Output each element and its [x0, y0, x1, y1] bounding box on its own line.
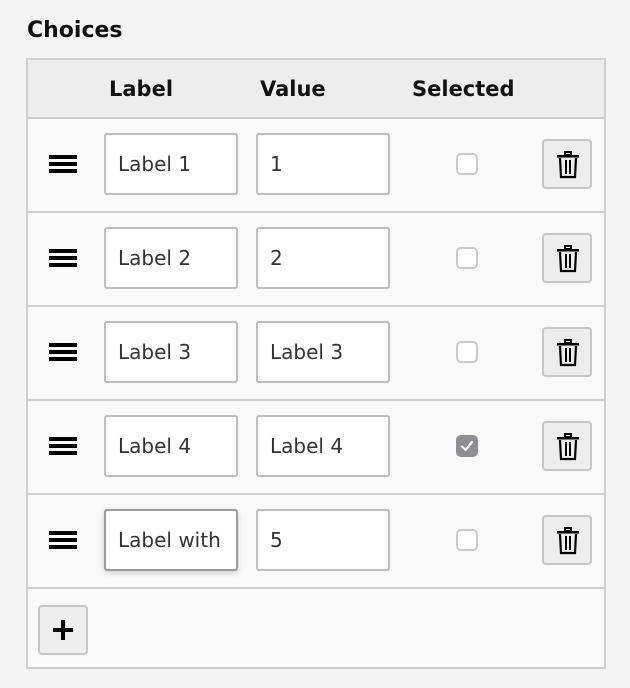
delete-choice-button[interactable] [542, 233, 592, 283]
trash-icon [557, 339, 579, 367]
column-header-value: Value [260, 77, 326, 101]
choice-label-input[interactable] [104, 321, 238, 383]
choice-value-input[interactable] [256, 321, 390, 383]
drag-handle-icon[interactable] [49, 343, 77, 363]
column-header-selected: Selected [412, 77, 515, 101]
delete-choice-button[interactable] [542, 139, 592, 189]
table-footer [28, 589, 604, 667]
choice-selected-checkbox[interactable] [456, 247, 478, 269]
choice-row [28, 401, 604, 495]
choice-value-input[interactable] [256, 415, 390, 477]
column-header-label: Label [109, 77, 174, 101]
choice-selected-checkbox[interactable] [456, 153, 478, 175]
choice-row [28, 307, 604, 401]
choice-selected-checkbox[interactable] [456, 341, 478, 363]
choice-value-input[interactable] [256, 509, 390, 571]
drag-handle-icon[interactable] [49, 249, 77, 269]
drag-handle-icon[interactable] [49, 155, 77, 175]
table-header: Label Value Selected [28, 60, 604, 119]
choice-selected-checkbox[interactable] [456, 529, 478, 551]
plus-icon [53, 620, 73, 640]
drag-handle-icon[interactable] [49, 437, 77, 457]
trash-icon [557, 433, 579, 461]
checkmark-icon [460, 440, 474, 452]
trash-icon [557, 151, 579, 179]
choices-table: Label Value Selected [26, 58, 606, 669]
choice-row [28, 213, 604, 307]
choice-row [28, 119, 604, 213]
trash-icon [557, 527, 579, 555]
choice-label-input[interactable] [104, 227, 238, 289]
delete-choice-button[interactable] [542, 327, 592, 377]
choice-row [28, 495, 604, 589]
delete-choice-button[interactable] [542, 421, 592, 471]
choice-label-input[interactable] [104, 509, 238, 571]
choice-selected-checkbox[interactable] [456, 435, 478, 457]
add-choice-button[interactable] [38, 605, 88, 655]
choice-value-input[interactable] [256, 133, 390, 195]
choice-label-input[interactable] [104, 415, 238, 477]
delete-choice-button[interactable] [542, 515, 592, 565]
drag-handle-icon[interactable] [49, 531, 77, 551]
choice-value-input[interactable] [256, 227, 390, 289]
trash-icon [557, 245, 579, 273]
choice-label-input[interactable] [104, 133, 238, 195]
section-title: Choices [27, 18, 123, 43]
